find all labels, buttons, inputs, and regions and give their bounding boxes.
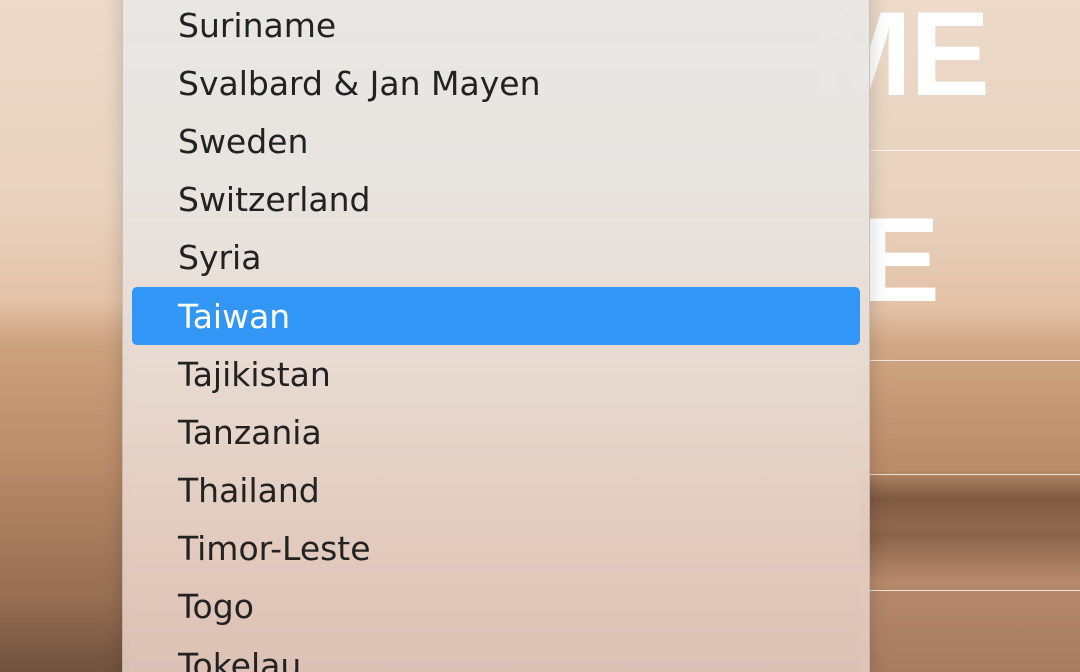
- country-option-tanzania[interactable]: Tanzania: [132, 403, 860, 461]
- country-option-list: Suriname Svalbard & Jan Mayen Sweden Swi…: [123, 0, 869, 672]
- country-dropdown-menu[interactable]: Suriname Svalbard & Jan Mayen Sweden Swi…: [122, 0, 870, 672]
- country-option-tajikistan[interactable]: Tajikistan: [132, 345, 860, 403]
- country-option-tokelau[interactable]: Tokelau: [132, 636, 860, 672]
- background-divider: [868, 474, 1080, 475]
- country-option-suriname[interactable]: Suriname: [132, 0, 860, 54]
- country-option-togo[interactable]: Togo: [132, 578, 860, 636]
- background-divider: [868, 590, 1080, 591]
- country-option-sweden[interactable]: Sweden: [132, 112, 860, 170]
- country-option-taiwan[interactable]: Taiwan: [132, 286, 860, 346]
- country-option-thailand[interactable]: Thailand: [132, 462, 860, 520]
- desktop-background: ME E Suriname Svalbard & Jan Mayen Swede…: [0, 0, 1080, 672]
- background-heading-fragment: E: [860, 193, 940, 327]
- background-divider: [868, 360, 1080, 361]
- country-option-syria[interactable]: Syria: [132, 229, 860, 287]
- country-option-timor-leste[interactable]: Timor-Leste: [132, 520, 860, 578]
- desert-landscape-left: [0, 300, 130, 672]
- country-option-switzerland[interactable]: Switzerland: [132, 171, 860, 229]
- background-divider: [868, 150, 1080, 151]
- desert-ridge: [860, 470, 1080, 530]
- country-option-svalbard-jan-mayen[interactable]: Svalbard & Jan Mayen: [132, 54, 860, 112]
